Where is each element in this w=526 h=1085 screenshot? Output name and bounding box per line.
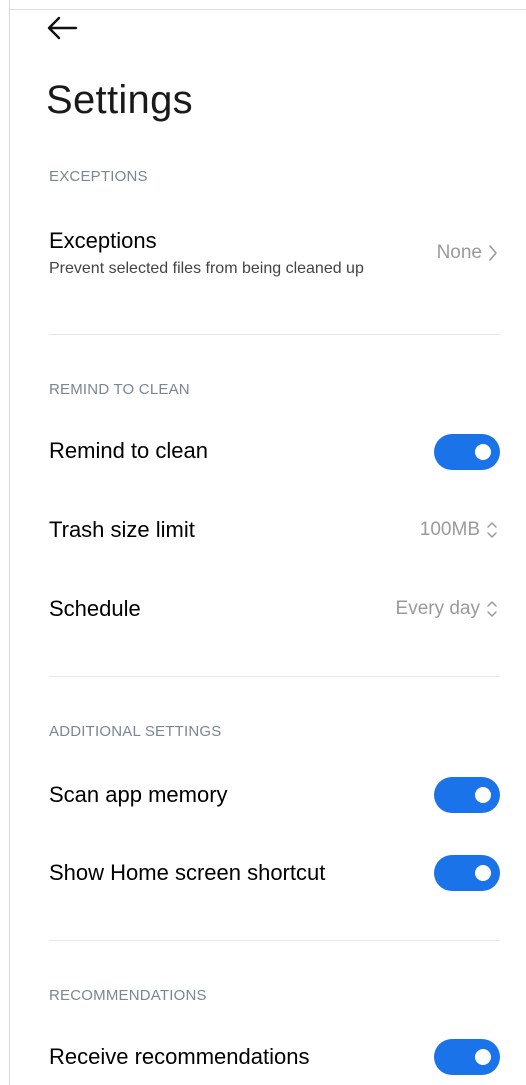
section-header-remind: REMIND TO CLEAN [49,381,190,398]
divider [49,940,500,941]
arrow-left-icon [47,16,78,40]
exceptions-value-text: None [436,242,482,263]
section-header-exceptions: EXCEPTIONS [49,168,148,185]
section-header-additional: ADDITIONAL SETTINGS [49,723,222,740]
home-shortcut-toggle[interactable] [434,855,500,891]
divider [49,676,500,677]
scan-app-memory-toggle[interactable] [434,777,500,813]
frame-border-top [9,9,526,10]
receive-recommendations-title: Receive recommendations [49,1044,310,1069]
chevron-right-icon [489,245,497,261]
toggle-knob [475,865,491,881]
toggle-knob [475,1049,491,1065]
frame-border-left [9,0,10,1085]
back-button[interactable] [46,14,78,42]
toggle-knob [475,444,491,460]
receive-recommendations-toggle[interactable] [434,1039,500,1075]
updown-chevron-icon [487,522,497,538]
trash-size-limit-value: 100MB [420,519,498,541]
page-title: Settings [46,78,193,122]
home-shortcut-title: Show Home screen shortcut [49,860,326,885]
toggle-knob [475,787,491,803]
exceptions-subtitle: Prevent selected files from being cleane… [49,260,364,277]
scan-app-memory-title: Scan app memory [49,782,228,807]
exceptions-value: None [437,242,498,264]
schedule-value: Every day [396,598,498,620]
remind-to-clean-title: Remind to clean [49,438,208,463]
divider [49,334,500,335]
section-header-recommendations: RECOMMENDATIONS [49,987,207,1004]
trash-size-limit-title: Trash size limit [49,517,195,542]
trash-size-limit-value-text: 100MB [419,519,480,540]
schedule-title: Schedule [49,596,141,621]
exceptions-title: Exceptions [49,228,157,253]
updown-chevron-icon [487,601,497,617]
schedule-value-text: Every day [395,598,480,619]
remind-to-clean-toggle[interactable] [434,434,500,470]
